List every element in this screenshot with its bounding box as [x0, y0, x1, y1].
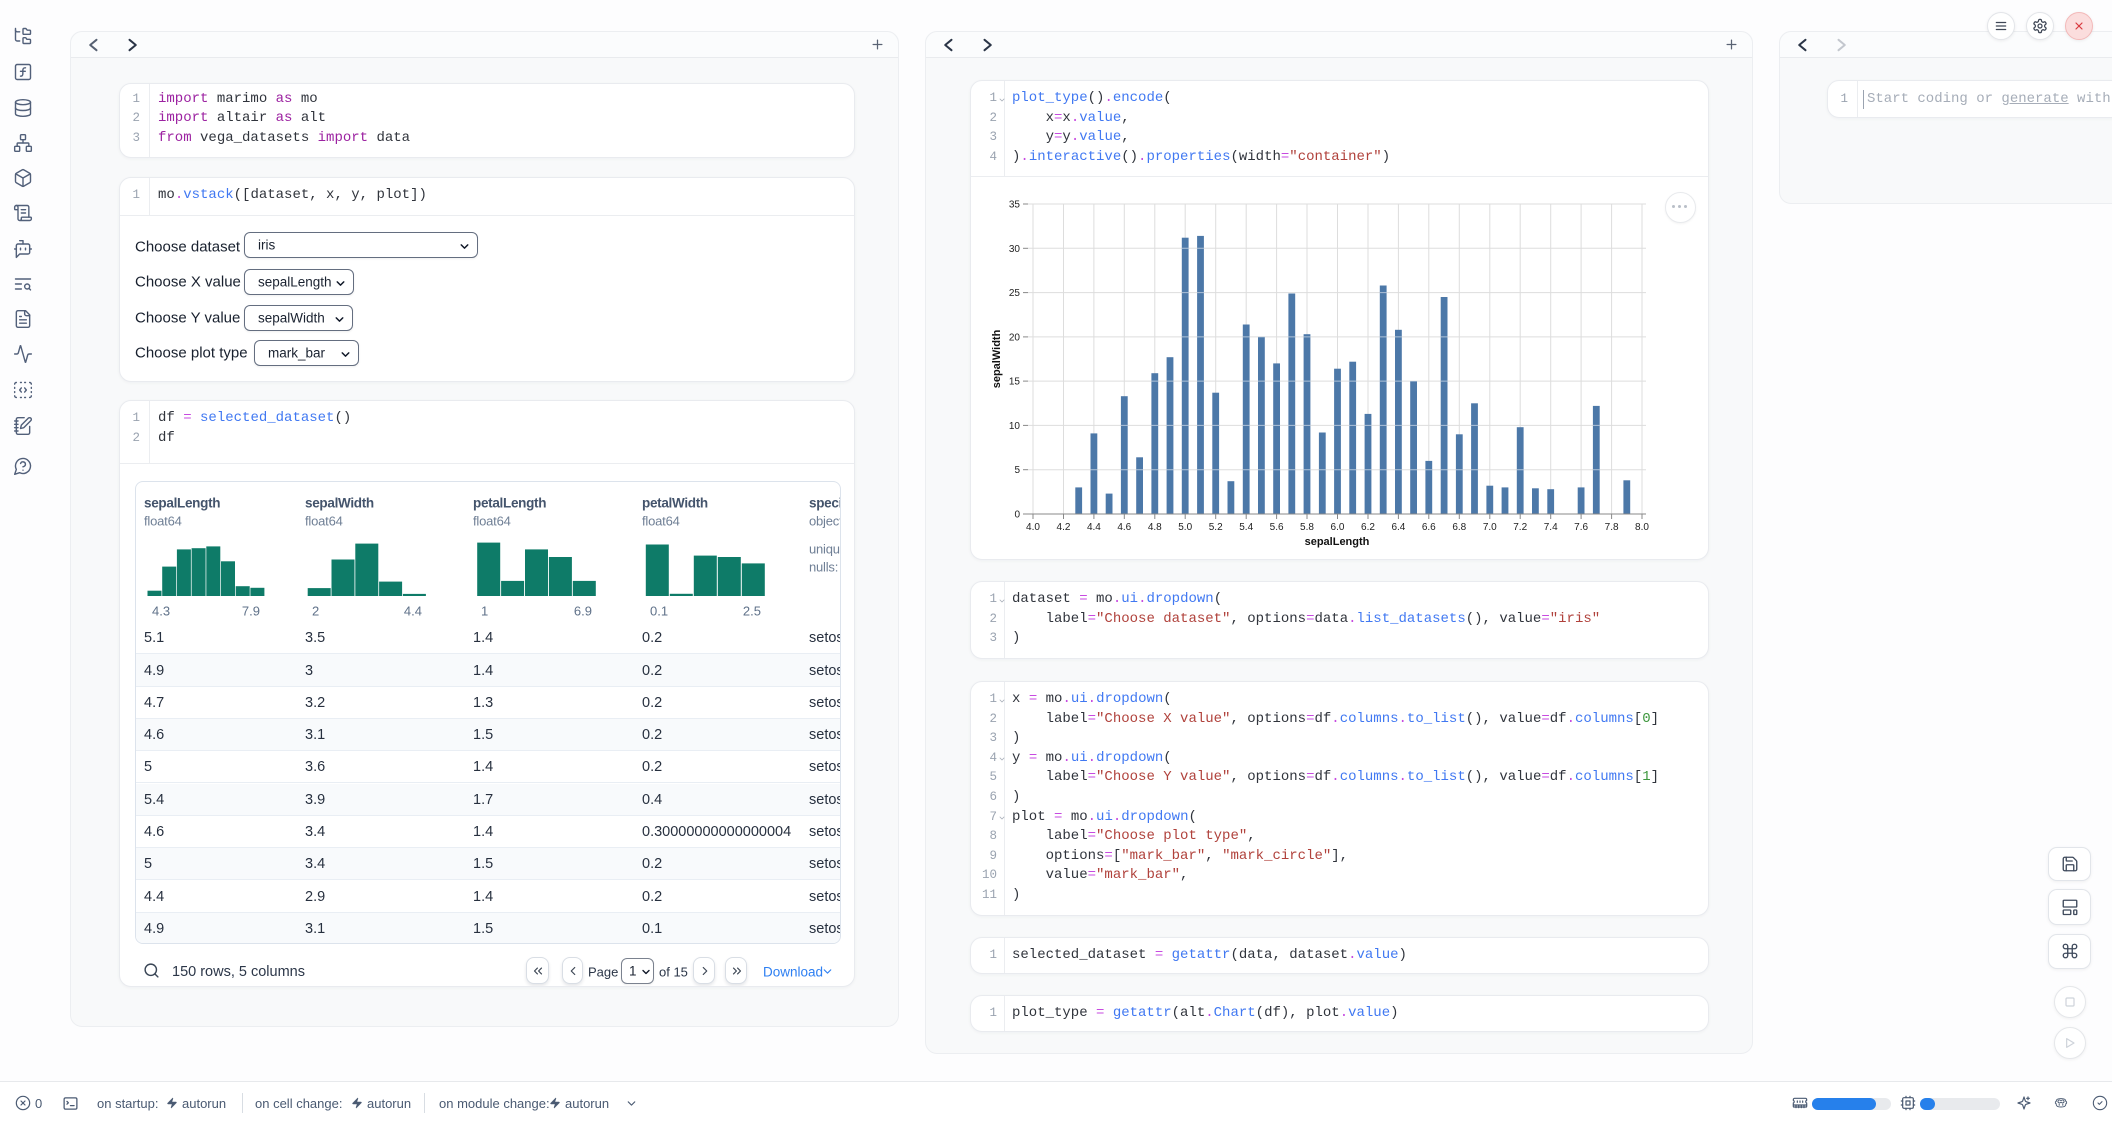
svg-text:30: 30 — [1009, 244, 1021, 255]
svg-text:7.6: 7.6 — [1574, 522, 1588, 533]
svg-text:4.6: 4.6 — [1117, 522, 1131, 533]
svg-text:4.2: 4.2 — [1057, 522, 1071, 533]
svg-text:5.6: 5.6 — [1270, 522, 1284, 533]
svg-text:6.4: 6.4 — [1391, 522, 1405, 533]
svg-text:5.0: 5.0 — [1178, 522, 1192, 533]
svg-text:15: 15 — [1009, 377, 1021, 388]
svg-text:4.0: 4.0 — [1026, 522, 1040, 533]
svg-text:6.2: 6.2 — [1361, 522, 1375, 533]
svg-text:7.0: 7.0 — [1483, 522, 1497, 533]
svg-text:6.6: 6.6 — [1422, 522, 1436, 533]
svg-text:4.8: 4.8 — [1148, 522, 1162, 533]
svg-text:5: 5 — [1014, 465, 1020, 476]
svg-text:35: 35 — [1009, 200, 1021, 211]
svg-text:10: 10 — [1009, 421, 1021, 432]
svg-text:sepalLength: sepalLength — [1305, 536, 1370, 548]
svg-text:5.2: 5.2 — [1209, 522, 1223, 533]
svg-text:0: 0 — [1014, 510, 1020, 521]
svg-text:4.4: 4.4 — [1087, 522, 1101, 533]
svg-text:5.4: 5.4 — [1239, 522, 1253, 533]
svg-text:6.8: 6.8 — [1452, 522, 1466, 533]
svg-text:7.2: 7.2 — [1513, 522, 1527, 533]
svg-text:5.8: 5.8 — [1300, 522, 1314, 533]
svg-text:7.4: 7.4 — [1544, 522, 1558, 533]
svg-text:6.0: 6.0 — [1331, 522, 1345, 533]
svg-text:7.8: 7.8 — [1605, 522, 1619, 533]
svg-text:20: 20 — [1009, 332, 1021, 343]
svg-text:8.0: 8.0 — [1635, 522, 1649, 533]
svg-text:25: 25 — [1009, 288, 1021, 299]
svg-text:sepalWidth: sepalWidth — [991, 329, 1003, 388]
